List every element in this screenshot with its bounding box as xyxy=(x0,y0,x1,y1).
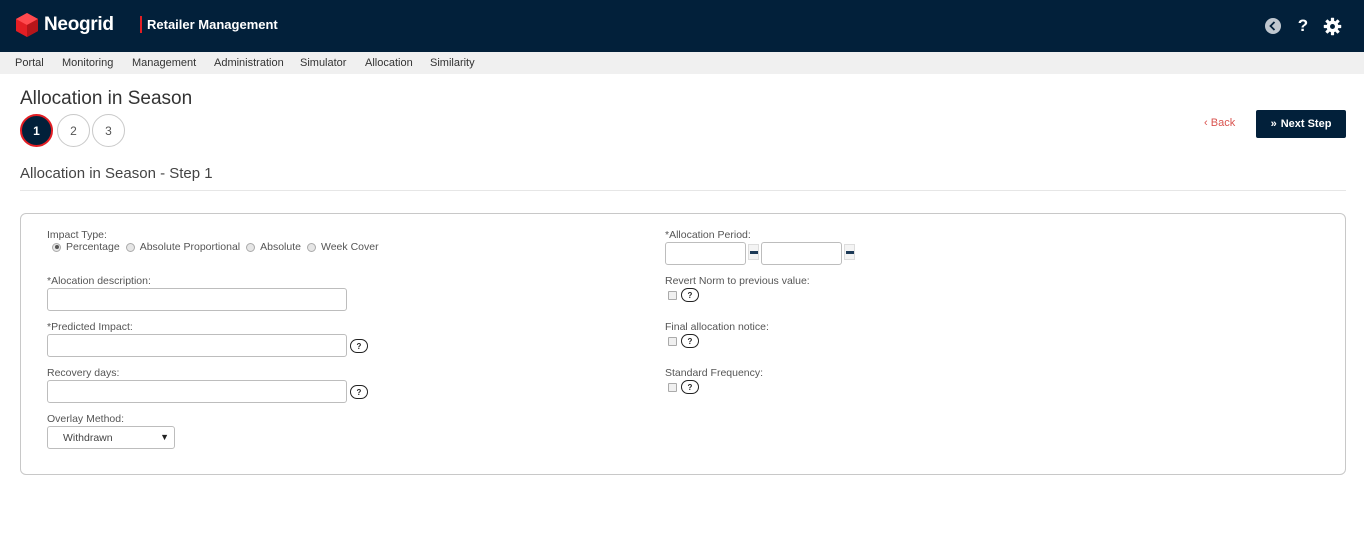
double-chevron-right-icon: » xyxy=(1270,118,1277,130)
menu-item-administration[interactable]: Administration xyxy=(214,57,284,69)
step-2[interactable]: 2 xyxy=(57,114,90,147)
section-divider xyxy=(20,190,1346,191)
next-step-button[interactable]: » Next Step xyxy=(1256,110,1346,138)
top-bar: Neogrid Retailer Management ? xyxy=(0,0,1364,52)
revert-norm-label: Revert Norm to previous value: xyxy=(665,275,810,287)
app-title: Retailer Management xyxy=(147,17,278,32)
radio-absolute-proportional[interactable] xyxy=(125,242,135,252)
impact-type-label: Impact Type: xyxy=(47,229,107,241)
calendar-end-icon[interactable] xyxy=(844,244,855,260)
final-notice-help-icon[interactable]: ? xyxy=(681,334,699,348)
main-menu: Portal Monitoring Management Administrat… xyxy=(0,52,1364,74)
overlay-method-select[interactable]: Withdrawn ▼ xyxy=(47,426,175,449)
menu-item-management[interactable]: Management xyxy=(132,57,196,69)
impact-type-options: Percentage Absolute Proportional Absolut… xyxy=(52,241,385,253)
gear-icon[interactable] xyxy=(1322,16,1342,36)
header-divider xyxy=(140,16,142,33)
help-icon[interactable]: ? xyxy=(1293,16,1313,36)
menu-item-similarity[interactable]: Similarity xyxy=(430,57,475,69)
next-step-label: Next Step xyxy=(1280,118,1332,130)
radio-percentage[interactable] xyxy=(52,242,61,252)
radio-week-cover-label: Week Cover xyxy=(321,241,379,253)
allocation-period-end-input[interactable] xyxy=(761,242,842,265)
revert-norm-checkbox[interactable] xyxy=(668,291,677,300)
allocation-period-label: *Allocation Period: xyxy=(665,229,751,241)
overlay-method-label: Overlay Method: xyxy=(47,413,125,425)
predicted-impact-input[interactable] xyxy=(47,334,347,357)
radio-percentage-label: Percentage xyxy=(66,241,120,253)
neogrid-logo-icon xyxy=(16,13,38,37)
back-link[interactable]: ‹ Back xyxy=(1204,117,1235,129)
page-title: Allocation in Season xyxy=(20,88,193,109)
radio-absolute[interactable] xyxy=(246,242,256,252)
final-notice-checkbox[interactable] xyxy=(668,337,677,346)
radio-week-cover[interactable] xyxy=(307,242,316,252)
predicted-impact-label: *Predicted Impact: xyxy=(47,321,133,333)
allocation-description-input[interactable] xyxy=(47,288,347,311)
menu-item-monitoring[interactable]: Monitoring xyxy=(62,57,113,69)
caret-down-icon: ▼ xyxy=(160,432,169,442)
back-label: Back xyxy=(1210,117,1236,129)
menu-item-allocation[interactable]: Allocation xyxy=(365,57,413,69)
recovery-days-input[interactable] xyxy=(47,380,347,403)
menu-item-simulator[interactable]: Simulator xyxy=(300,57,346,69)
step-1[interactable]: 1 xyxy=(20,114,53,147)
final-notice-label: Final allocation notice: xyxy=(665,321,769,333)
revert-norm-help-icon[interactable]: ? xyxy=(681,288,699,302)
overlay-method-value: Withdrawn xyxy=(63,432,113,444)
calendar-start-icon[interactable] xyxy=(748,244,759,260)
predicted-impact-help-icon[interactable]: ? xyxy=(350,339,368,353)
step-3[interactable]: 3 xyxy=(92,114,125,147)
chevron-left-icon: ‹ xyxy=(1204,117,1208,129)
section-title: Allocation in Season - Step 1 xyxy=(20,165,213,182)
allocation-period-start-input[interactable] xyxy=(665,242,746,265)
radio-absolute-proportional-label: Absolute Proportional xyxy=(139,241,241,253)
recovery-days-label: Recovery days: xyxy=(47,367,120,379)
allocation-description-label: *Alocation description: xyxy=(47,275,151,287)
radio-absolute-label: Absolute xyxy=(260,241,301,253)
standard-frequency-help-icon[interactable]: ? xyxy=(681,380,699,394)
standard-frequency-label: Standard Frequency: xyxy=(665,367,764,379)
standard-frequency-checkbox[interactable] xyxy=(668,383,677,392)
menu-item-portal[interactable]: Portal xyxy=(15,57,44,69)
brand-name[interactable]: Neogrid xyxy=(44,14,114,36)
back-circle-icon[interactable] xyxy=(1263,16,1283,36)
recovery-days-help-icon[interactable]: ? xyxy=(350,385,368,399)
